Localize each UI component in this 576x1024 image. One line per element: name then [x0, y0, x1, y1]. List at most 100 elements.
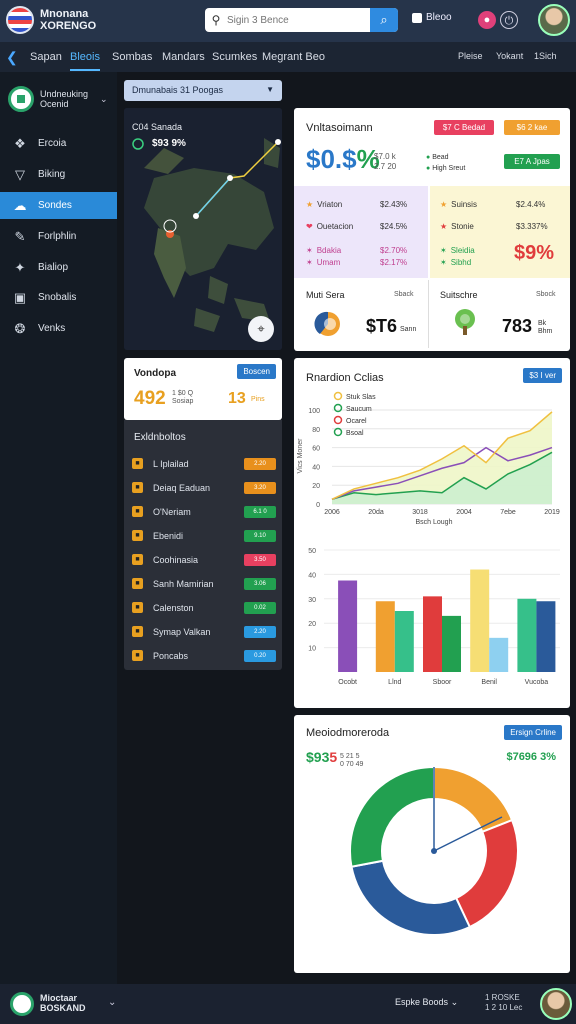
user-avatar[interactable] [538, 4, 570, 36]
q-row-label: Vriaton [317, 200, 343, 209]
brand-line2: XORENGO [40, 20, 97, 32]
marketing-pill-3[interactable]: E7 A Jpas [504, 154, 560, 169]
list-item[interactable]: ■ Coohinasia 3.50 [132, 550, 276, 569]
nav-tab-6[interactable]: Megrant Beo [262, 51, 325, 63]
vendors-title: Vondopa [134, 368, 177, 379]
list-item-label: Coohinasia [153, 554, 199, 565]
legend-dot-icon: ● [426, 154, 431, 161]
bar-benil [489, 637, 509, 672]
sidebar-item-4[interactable]: ✎ Forlphlin [0, 223, 117, 250]
marketing-pill-1[interactable]: $7 C Bedad [434, 120, 494, 135]
search-bar: ⚲ ⌕ [205, 8, 398, 32]
back-arrow-icon[interactable]: ❮ [6, 49, 18, 66]
exhibitions-list: Exldnboltos ■ L Iplailad 2.20 ■ Deiaq Eaduan… [124, 420, 282, 670]
spark-icon: ✶ [440, 246, 447, 255]
exhibitions-title: Exldnboltos [134, 432, 186, 443]
status-badge: 3.06 [244, 577, 276, 590]
vendors-button[interactable]: Boscen [237, 364, 276, 379]
power-icon[interactable]: ⏻ [500, 11, 518, 29]
charts-button[interactable]: $3 I ver [523, 368, 562, 383]
brand-logo-icon [6, 6, 34, 34]
y-axis-label: Vics Moner [297, 438, 304, 474]
sidebar-item-label: Venks [38, 323, 66, 334]
list-item[interactable]: ■ Symap Valkan 2.20 [132, 622, 276, 641]
bar-vucoba [536, 601, 556, 672]
nav-tab-3[interactable]: Sombas [112, 51, 152, 63]
marketing-legend: ● Bead ● High Sreut [426, 152, 465, 174]
list-item[interactable]: ■ Deiaq Eaduan 3.20 [132, 478, 276, 497]
x-tick-label: Llnd [388, 679, 401, 686]
nav-right-1[interactable]: Pleise [458, 51, 483, 61]
puzzle-icon: ✦ [14, 259, 26, 275]
footer-brand-line2: BOSKAND [40, 1003, 86, 1013]
chevron-down-icon[interactable]: ⌄ [100, 94, 108, 105]
sidebar-item-1[interactable]: ❖ Ercoia [0, 130, 117, 157]
marketing-big-value: $0.$% [306, 144, 380, 175]
search-button[interactable]: ⌕ [370, 8, 398, 32]
bookmark-icon: ■ [132, 554, 143, 565]
search-input[interactable] [227, 14, 370, 26]
footer-select-label: Espke Boods [395, 997, 449, 1007]
legend-label: Saucum [346, 406, 372, 413]
q-row-label: Ouetacion [316, 222, 354, 231]
range-dropdown[interactable]: Dmunabais 31 Poogas ▼ [124, 80, 282, 101]
map-locate-icon[interactable]: ⌖ [248, 316, 274, 342]
image-icon: ▣ [13, 289, 27, 305]
list-item[interactable]: ■ L Iplailad 2.20 [132, 454, 276, 473]
list-item[interactable]: ■ O'Neriam 6.1 0 [132, 502, 276, 521]
bar-sboor [442, 615, 461, 672]
chevron-down-icon[interactable]: ⌄ [108, 997, 116, 1008]
star-icon: ★ [306, 200, 314, 209]
blog-button[interactable]: Bleoo [412, 12, 452, 23]
sidebar-header[interactable]: Undneuking Ocenid [8, 86, 88, 112]
marketing-sub: $7.0 k 2.7 20 [374, 152, 396, 172]
donut-button[interactable]: Ersign Crline [504, 725, 562, 740]
donut-sub-1-line1: 5 21 5 [340, 753, 360, 760]
notification-icon[interactable]: ● [478, 11, 496, 29]
q-row-label: Bdakia [316, 246, 342, 255]
sidebar-item-6[interactable]: ▣ Snobalis [0, 284, 117, 311]
donut-value-1-green: $93 [306, 749, 330, 765]
footer-info-line2: 1 2 10 Lec [485, 1003, 523, 1012]
q-row-left-2: ❤ Ouetacion $24.5% [306, 222, 426, 231]
slice-orange [433, 765, 514, 834]
footer-info-line1: 1 ROSKE [485, 993, 520, 1002]
bookmark-icon: ■ [132, 626, 143, 637]
bar-benil [470, 569, 490, 672]
sidebar-item-label: Biking [38, 169, 66, 180]
sidebar-item-7[interactable]: ❂ Venks [0, 315, 117, 342]
marketing-pill-2[interactable]: $6 2 kae [504, 120, 560, 135]
footer-avatar[interactable] [540, 988, 572, 1020]
nav-tab-5[interactable]: Scumkes [212, 51, 257, 63]
footer-select[interactable]: Espke Boods ⌄ [395, 997, 458, 1008]
sidebar-item-5[interactable]: ✦ Bialiop [0, 254, 117, 281]
marketing-legend-2: High Sreut [432, 165, 466, 172]
map-label: C04 Sanada [132, 122, 183, 132]
nav-right-2[interactable]: Yokant [496, 51, 523, 61]
vendors-value-2: 13 [228, 390, 246, 407]
nav-right-3[interactable]: 1Sich [534, 51, 557, 61]
vendors-value-1: 492 [134, 388, 166, 409]
x-tick-label: Sboor [433, 679, 452, 686]
bar-llnd [375, 601, 395, 672]
charts-title: Rnardion Cclias [306, 372, 384, 384]
nav-tab-4[interactable]: Mandars [162, 51, 205, 63]
tree-icon [455, 309, 475, 335]
map-panel[interactable]: C04 Sanada $93 9% ⌖ [124, 108, 282, 350]
list-item[interactable]: ■ Ebenidi 9.10 [132, 526, 276, 545]
nav-tab-2[interactable]: Bleois [70, 51, 100, 71]
nav-tab-1[interactable]: Sapan [30, 51, 62, 63]
blog-icon [412, 12, 422, 23]
bar-vucoba [517, 598, 537, 672]
stat-right-unit-2: Bhm [538, 328, 553, 335]
sidebar-item-3[interactable]: ☁ Sondes [0, 192, 117, 219]
brand[interactable]: Mnonana XORENGO [6, 6, 96, 34]
list-item[interactable]: ■ Calenston 0.02 [132, 598, 276, 617]
list-item[interactable]: ■ Sanh Mamirian 3.06 [132, 574, 276, 593]
q-row-left-4: ✶ Umam $2.17% [306, 258, 426, 267]
sidebar-item-2[interactable]: ▽ Biking [0, 161, 117, 188]
footer-logo-icon[interactable] [10, 992, 34, 1016]
range-dropdown-label: Dmunabais 31 Poogas [132, 85, 224, 95]
list-item[interactable]: ■ Poncabs 0.20 [132, 646, 276, 665]
status-badge: 3.20 [244, 481, 276, 494]
